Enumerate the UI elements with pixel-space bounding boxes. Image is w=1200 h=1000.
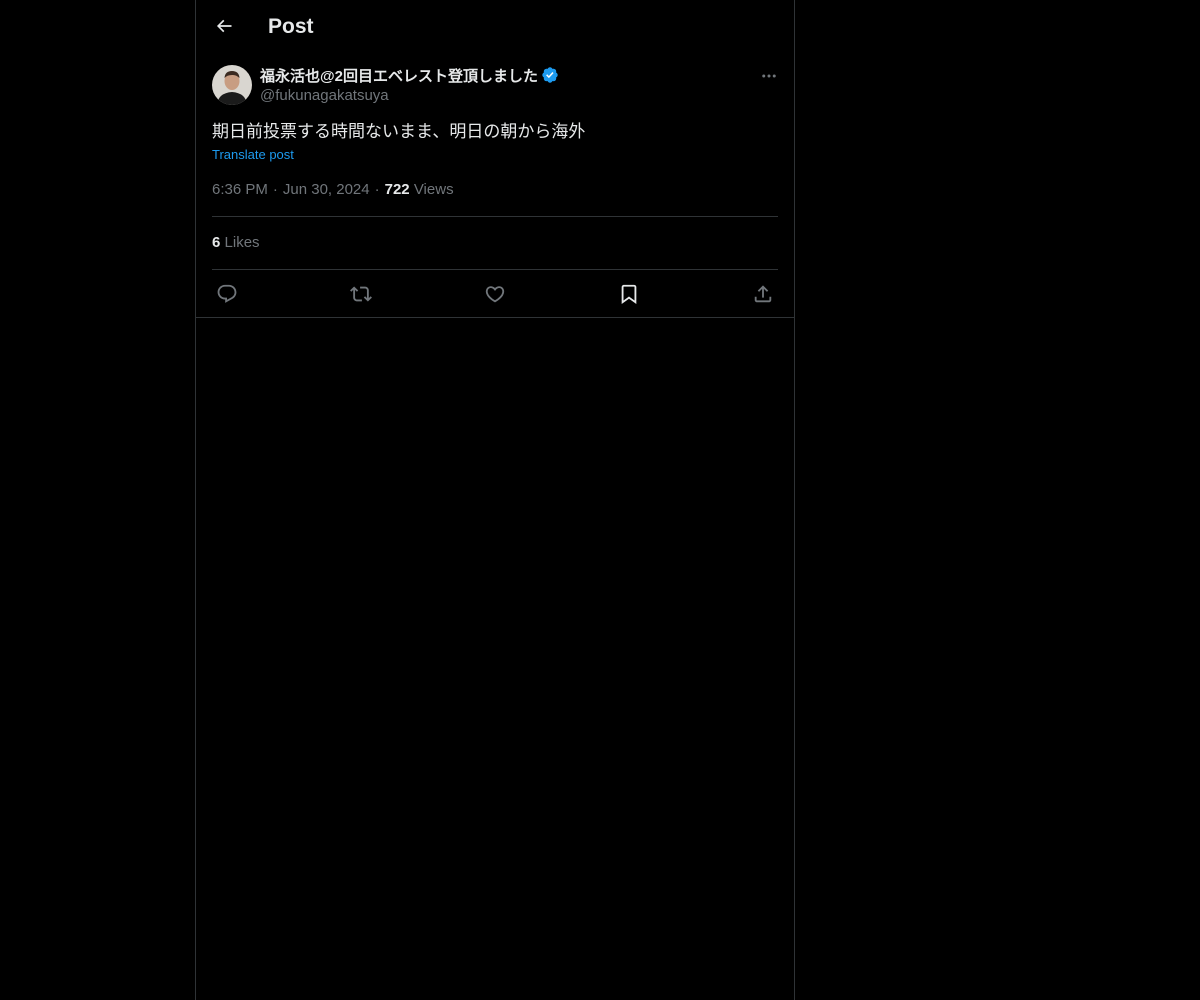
bookmark-button[interactable] — [613, 280, 645, 308]
reply-icon — [217, 284, 237, 303]
display-name-row: 福永活也@2回目エベレスト登頂しました — [260, 64, 559, 86]
likes-label: Likes — [224, 234, 260, 251]
views-label: Views — [413, 181, 454, 198]
primary-column: Post 福永活也@2回目エベレスト登頂しました @fukunagakatsuy… — [195, 0, 795, 1000]
share-icon — [754, 285, 772, 303]
arrow-left-icon — [216, 19, 232, 33]
divider — [212, 216, 778, 217]
heart-icon — [485, 286, 505, 303]
like-button[interactable] — [479, 280, 511, 308]
bookmark-icon — [621, 284, 637, 305]
verified-badge-icon — [541, 66, 559, 84]
translate-post-link[interactable]: Translate post — [212, 146, 294, 164]
author-handle[interactable]: @fukunagakatsuya — [260, 86, 559, 106]
post-actions — [212, 280, 778, 308]
more-icon — [762, 74, 776, 78]
repost-icon — [350, 286, 372, 302]
share-button[interactable] — [747, 280, 779, 308]
author-info: 福永活也@2回目エベレスト登頂しました @fukunagakatsuya — [260, 64, 559, 106]
meta-separator: · — [374, 181, 380, 198]
page-header: Post — [196, 0, 794, 53]
repost-button[interactable] — [345, 280, 377, 308]
avatar[interactable] — [212, 65, 252, 105]
avatar-image — [212, 65, 252, 105]
reply-button[interactable] — [211, 280, 243, 308]
post-text: 期日前投票する時間ないまま、明日の朝から海外 — [212, 122, 586, 141]
meta-separator: · — [272, 181, 278, 198]
more-options-button[interactable] — [746, 66, 778, 86]
post-meta: 6:36 PM · Jun 30, 2024 · 722 Views — [212, 180, 454, 200]
author-display-name[interactable]: 福永活也@2回目エベレスト登頂しました — [260, 65, 538, 86]
page-title: Post — [268, 15, 314, 38]
divider — [212, 269, 778, 270]
post-time[interactable]: 6:36 PM — [212, 181, 268, 198]
post-bottom-divider — [196, 317, 794, 318]
back-button[interactable] — [208, 10, 240, 42]
likes-count: 6 — [212, 234, 221, 251]
likes-link[interactable]: 6 Likes — [212, 233, 260, 253]
views-count: 722 — [384, 181, 410, 198]
post-date[interactable]: Jun 30, 2024 — [283, 181, 370, 198]
